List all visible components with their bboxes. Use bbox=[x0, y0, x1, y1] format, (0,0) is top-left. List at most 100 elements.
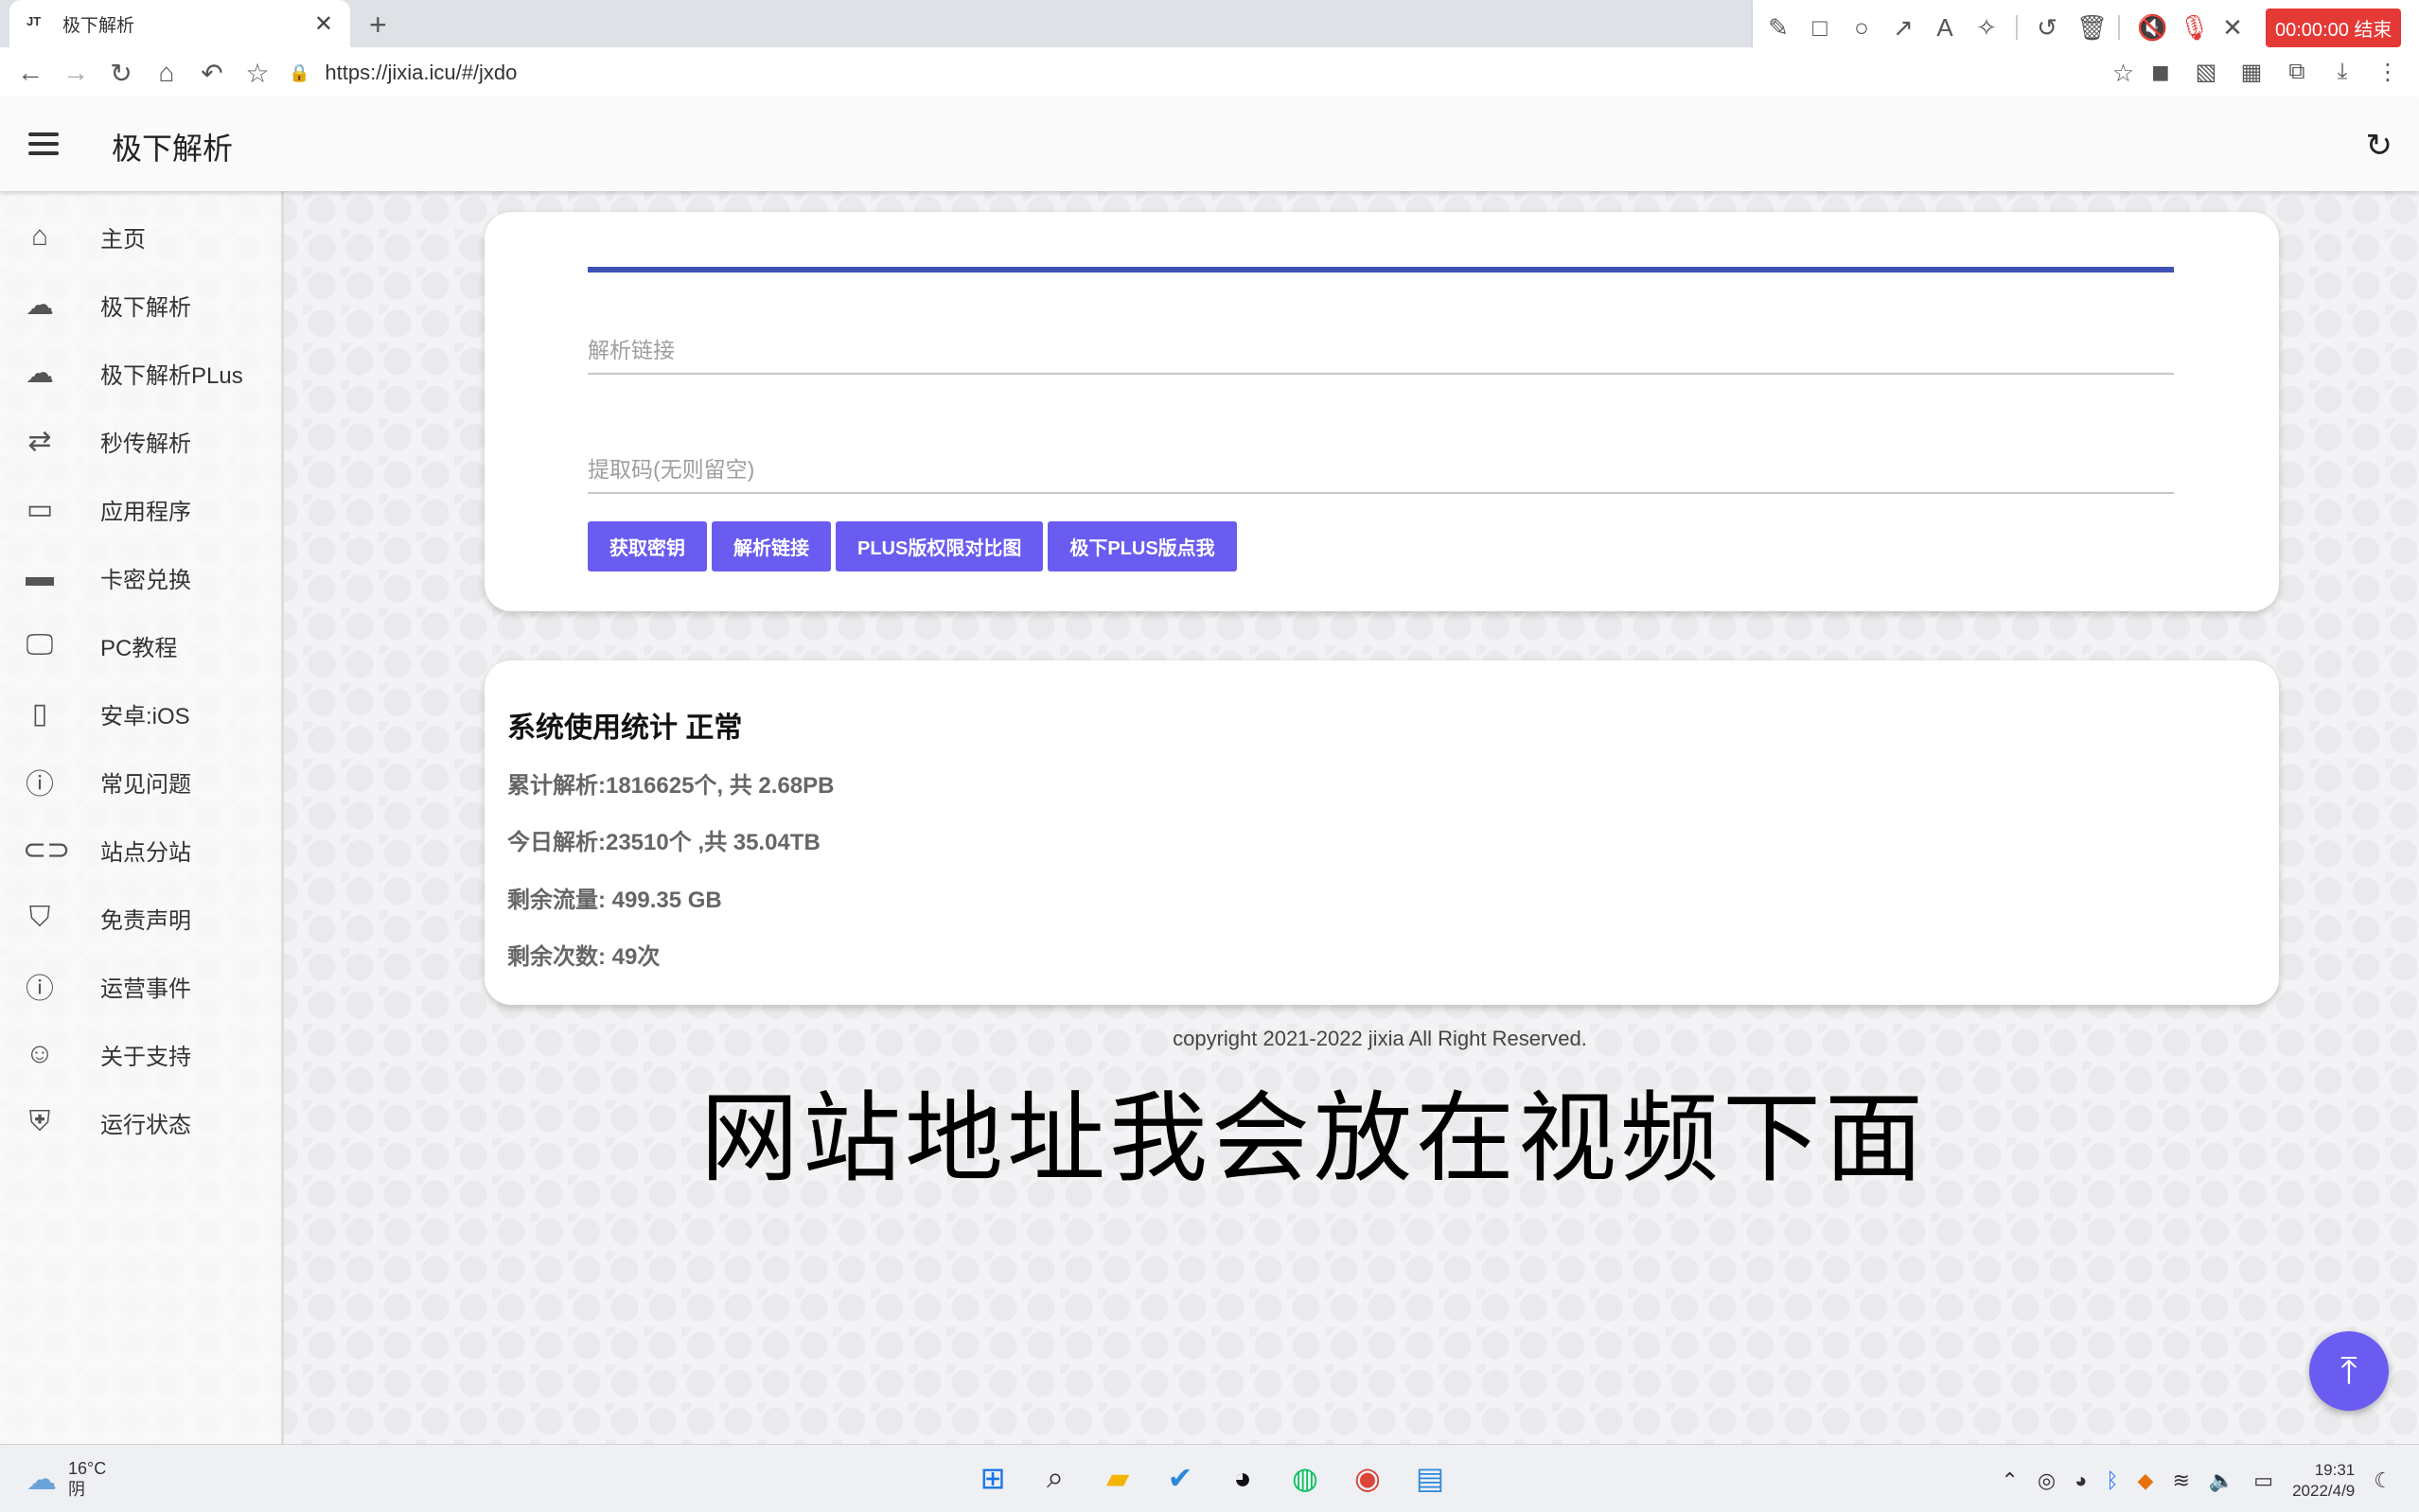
browser-tab[interactable]: JT 极下解析 ✕ bbox=[9, 0, 350, 47]
qq-icon[interactable]: ◕ bbox=[1221, 1456, 1264, 1500]
record-timer-button[interactable]: 00:00:00 结束 bbox=[2266, 8, 2402, 47]
extension-icon[interactable]: ◼ bbox=[2148, 59, 2173, 86]
refresh-icon[interactable]: ↻ bbox=[2366, 127, 2393, 165]
sidebar-item-instant-parse[interactable]: ⇄ 秒传解析 bbox=[0, 407, 280, 475]
favicon-icon: JT bbox=[26, 14, 42, 28]
new-tab-icon[interactable]: + bbox=[369, 8, 387, 43]
sidebar-item-label: 运营事件 bbox=[100, 976, 191, 1002]
download-icon[interactable]: ⤓ bbox=[2330, 59, 2355, 86]
magic-wand-icon[interactable]: ✧ bbox=[1974, 13, 1999, 43]
alert-icon: ⓘ bbox=[26, 974, 54, 1005]
undo-close-icon[interactable]: ↶ bbox=[189, 58, 235, 89]
weather-condition: 阴 bbox=[68, 1480, 85, 1499]
bookmark-icon: ⛉ bbox=[28, 902, 51, 933]
bookmark-page-icon[interactable]: ☆ bbox=[2112, 59, 2134, 88]
trash-icon[interactable]: 🗑 bbox=[2076, 13, 2108, 43]
wifi-icon[interactable]: ≋ bbox=[2172, 1468, 2189, 1493]
notification-icon[interactable]: ☾ bbox=[2374, 1468, 2393, 1493]
text-icon[interactable]: A bbox=[1933, 13, 1957, 43]
stat-remaining-count: 剩余次数: 49次 bbox=[507, 944, 661, 970]
forward-icon[interactable]: → bbox=[53, 58, 98, 88]
parse-link-input[interactable] bbox=[588, 327, 2174, 373]
rectangle-icon[interactable]: □ bbox=[1808, 13, 1832, 43]
sidebar-item-substations[interactable]: ⊂⊃ 站点分站 bbox=[0, 816, 280, 884]
file-explorer-icon[interactable]: ▰ bbox=[1096, 1456, 1139, 1500]
sidebar-item-label: 主页 bbox=[100, 226, 146, 253]
battery-icon[interactable]: ▭ bbox=[2253, 1468, 2273, 1493]
bluetooth-icon[interactable]: ᛒ bbox=[2106, 1468, 2118, 1493]
wechat-icon[interactable]: ◍ bbox=[1283, 1456, 1327, 1500]
laptop-icon: ▭ bbox=[26, 493, 54, 525]
clock-time: 19:31 bbox=[2314, 1461, 2356, 1479]
steam-icon[interactable]: ◎ bbox=[2038, 1468, 2056, 1493]
reload-icon[interactable]: ↻ bbox=[98, 58, 144, 89]
weather-widget[interactable]: ☁ 16°C 阴 bbox=[26, 1458, 106, 1500]
scroll-top-button[interactable]: ⤒ bbox=[2309, 1331, 2389, 1411]
sidebar-item-events[interactable]: ⓘ 运营事件 bbox=[0, 952, 280, 1020]
stats-title: 系统使用统计 正常 bbox=[507, 712, 743, 744]
arrow-icon[interactable]: ↗ bbox=[1891, 13, 1916, 43]
cloud-icon: ☁ bbox=[26, 357, 54, 389]
app-tray-icon[interactable]: ◆ bbox=[2138, 1468, 2154, 1493]
sidebar-item-disclaimer[interactable]: ⛉ 免责声明 bbox=[0, 884, 280, 952]
app-title: 极下解析 bbox=[112, 132, 234, 166]
chevron-up-icon[interactable]: ⌃ bbox=[2001, 1468, 2018, 1493]
circle-icon[interactable]: ○ bbox=[1849, 13, 1874, 43]
extract-code-input[interactable] bbox=[588, 447, 2174, 492]
parse-link-field bbox=[588, 327, 2174, 375]
chrome-icon[interactable]: ◉ bbox=[1346, 1456, 1389, 1500]
grid-extension-icon[interactable]: ▦ bbox=[2239, 59, 2264, 86]
sidebar-item-jixia-plus[interactable]: ☁ 极下解析PLus bbox=[0, 339, 280, 407]
volume-icon[interactable]: 🔈 bbox=[2209, 1468, 2234, 1493]
sidebar-item-label: 卡密兑换 bbox=[100, 567, 191, 593]
stat-remaining-traffic: 剩余流量: 499.35 GB bbox=[507, 888, 722, 913]
taskbar: ☁ 16°C 阴 ⊞ ⌕ ▰ ✔ ◕ ◍ ◉ ▤ ⌃ ◎ ◕ ᛒ ◆ ≋ 🔈 ▭… bbox=[0, 1444, 2419, 1512]
sidebar-item-card-redeem[interactable]: ▬ 卡密兑换 bbox=[0, 543, 280, 611]
parse-link-button[interactable]: 解析链接 bbox=[712, 521, 831, 571]
home-browser-icon[interactable]: ⌂ bbox=[144, 58, 189, 88]
close-icon[interactable]: ✕ bbox=[2220, 13, 2245, 43]
address-bar[interactable]: 🔒 https://jixia.icu/#/jxdo ☆ bbox=[289, 53, 2134, 93]
close-tab-icon[interactable]: ✕ bbox=[314, 10, 333, 38]
sidebar-item-android-ios[interactable]: ▯ 安卓:iOS bbox=[0, 679, 280, 747]
search-icon[interactable]: ⌕ bbox=[1033, 1456, 1077, 1500]
progress-bar bbox=[588, 267, 2174, 273]
clock-date: 2022/4/9 bbox=[2292, 1482, 2356, 1500]
speaker-muted-icon[interactable]: 🔇 bbox=[2137, 13, 2167, 43]
bookmark-star-icon[interactable]: ☆ bbox=[235, 58, 280, 89]
copyright-text: copyright 2021-2022 jixia All Right Rese… bbox=[1173, 1027, 1587, 1050]
sidebar-item-apps[interactable]: ▭ 应用程序 bbox=[0, 475, 280, 543]
sidebar-item-pc-tutorial[interactable]: 🖵 PC教程 bbox=[0, 611, 280, 679]
arrow-up-icon: ⤒ bbox=[2340, 1349, 2357, 1392]
plus-go-button[interactable]: 极下PLUS版点我 bbox=[1048, 521, 1237, 571]
url-text[interactable]: https://jixia.icu/#/jxdo bbox=[325, 61, 517, 85]
separator bbox=[2016, 15, 2018, 40]
notepad-icon[interactable]: ▤ bbox=[1408, 1456, 1452, 1500]
phone-icon: ▯ bbox=[31, 697, 48, 730]
sidebar-item-home[interactable]: ⌂ 主页 bbox=[0, 202, 280, 271]
cloud-icon: ☁ bbox=[26, 289, 54, 321]
menu-icon[interactable] bbox=[28, 132, 59, 155]
app-header: 极下解析 ↻ bbox=[0, 98, 2419, 191]
screenshot-extension-icon[interactable]: ▧ bbox=[2194, 59, 2218, 86]
sidebar-item-label: 应用程序 bbox=[100, 499, 191, 525]
sidebar-item-status[interactable]: ⛨ 运行状态 bbox=[0, 1088, 280, 1156]
link-icon: ⊂⊃ bbox=[23, 834, 71, 866]
get-key-button[interactable]: 获取密钥 bbox=[588, 521, 707, 571]
pen-icon[interactable]: ✎ bbox=[1766, 13, 1791, 43]
plus-compare-button[interactable]: PLUS版权限对比图 bbox=[836, 521, 1044, 571]
undo-icon[interactable]: ↺ bbox=[2035, 13, 2059, 43]
sidebar-item-jixia-parse[interactable]: ☁ 极下解析 bbox=[0, 271, 280, 339]
menu-dots-icon[interactable]: ⋮ bbox=[2375, 59, 2400, 86]
repeat-icon: ⇄ bbox=[27, 425, 52, 457]
crop-icon[interactable]: ⧉ bbox=[2285, 59, 2309, 86]
credit-card-icon: ▬ bbox=[26, 561, 54, 592]
sidebar-item-faq[interactable]: ⓘ 常见问题 bbox=[0, 747, 280, 816]
qq-tray-icon[interactable]: ◕ bbox=[2075, 1468, 2087, 1493]
mic-muted-icon[interactable]: 🎙 bbox=[2179, 13, 2210, 43]
clock[interactable]: 19:31 2022/4/9 bbox=[2292, 1460, 2355, 1502]
lock-icon: 🔒 bbox=[289, 62, 310, 82]
check-app-icon[interactable]: ✔ bbox=[1158, 1456, 1202, 1500]
windows-start-icon[interactable]: ⊞ bbox=[971, 1456, 1015, 1500]
back-icon[interactable]: ← bbox=[8, 58, 53, 88]
